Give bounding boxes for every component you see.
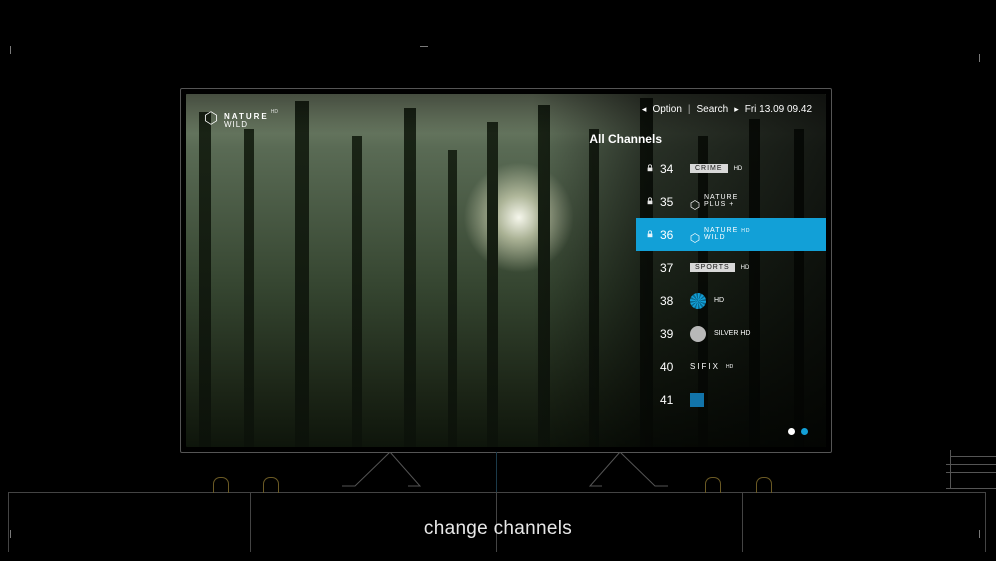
channel-brand: SILVER HD bbox=[690, 326, 750, 342]
channel-number: 36 bbox=[660, 228, 690, 242]
hexagon-icon bbox=[690, 197, 700, 207]
hexagon-icon bbox=[690, 230, 700, 240]
chevron-left-icon[interactable]: ◂ bbox=[642, 104, 647, 115]
datetime: Fri 13.09 09.42 bbox=[745, 104, 812, 115]
channel-list: 34CRIMEHD35NATUREPLUS +36NATURE HDWILD37… bbox=[636, 152, 826, 416]
channel-number: 40 bbox=[660, 360, 690, 374]
tv-frame: NATUREHD WILD ◂ Option | Search ▸ Fri 13… bbox=[180, 88, 832, 453]
channel-brand: CRIMEHD bbox=[690, 164, 742, 173]
option-link[interactable]: Option bbox=[652, 104, 681, 115]
channel-row[interactable]: 34CRIMEHD bbox=[636, 152, 826, 185]
caption: change channels bbox=[0, 518, 996, 540]
channel-number: 41 bbox=[660, 393, 690, 407]
channel-row[interactable]: 38HD bbox=[636, 284, 826, 317]
logo-line2: WILD bbox=[224, 122, 278, 129]
channel-number: 39 bbox=[660, 327, 690, 341]
current-channel-logo: NATUREHD WILD bbox=[204, 108, 278, 128]
channel-number: 35 bbox=[660, 195, 690, 209]
channel-number: 34 bbox=[660, 162, 690, 176]
channel-row[interactable]: 35NATUREPLUS + bbox=[636, 185, 826, 218]
channel-brand: SIFIXHD bbox=[690, 362, 733, 371]
channel-number: 38 bbox=[660, 294, 690, 308]
channel-brand: NATUREPLUS + bbox=[690, 195, 738, 208]
tv-stand bbox=[330, 452, 680, 488]
channel-row[interactable]: 37SPORTSHD bbox=[636, 251, 826, 284]
lock-icon bbox=[646, 197, 654, 207]
channel-number: 37 bbox=[660, 261, 690, 275]
circle-icon bbox=[690, 293, 706, 309]
top-nav: ◂ Option | Search ▸ Fri 13.09 09.42 bbox=[642, 104, 812, 115]
circle-icon bbox=[690, 326, 706, 342]
tv-screen: NATUREHD WILD ◂ Option | Search ▸ Fri 13… bbox=[186, 94, 826, 447]
lock-icon bbox=[646, 164, 654, 174]
channel-brand: HD bbox=[690, 293, 724, 309]
channel-brand: NATURE HDWILD bbox=[690, 228, 750, 241]
search-link[interactable]: Search bbox=[697, 104, 729, 115]
square-icon bbox=[690, 393, 704, 407]
page-indicator[interactable] bbox=[788, 428, 808, 435]
lock-icon bbox=[646, 230, 654, 240]
page-dot[interactable] bbox=[788, 428, 795, 435]
furniture-outline bbox=[946, 450, 996, 490]
channel-brand: SPORTSHD bbox=[690, 263, 749, 272]
chevron-right-icon[interactable]: ▸ bbox=[734, 104, 739, 115]
channel-row[interactable]: 41 bbox=[636, 383, 826, 416]
channel-row[interactable]: 40SIFIXHD bbox=[636, 350, 826, 383]
page-dot[interactable] bbox=[801, 428, 808, 435]
hexagon-icon bbox=[204, 111, 218, 125]
channel-brand bbox=[690, 393, 704, 407]
channel-row[interactable]: 36NATURE HDWILD bbox=[636, 218, 826, 251]
panel-title: All Channels bbox=[589, 132, 662, 146]
channel-row[interactable]: 39SILVER HD bbox=[636, 317, 826, 350]
